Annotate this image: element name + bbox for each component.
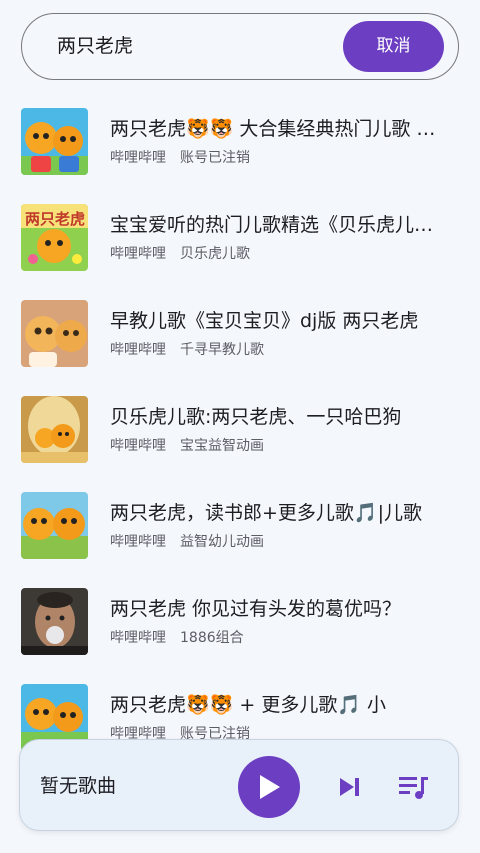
song-title: 早教儿歌《宝贝宝贝》dj版 两只老虎 [110,310,419,332]
song-uploader: 益智幼儿动画 [180,534,264,550]
song-title: 贝乐虎儿歌:两只老虎、一只哈巴狗 [110,406,402,428]
song-meta: 哔哩哔哩 千寻早教儿歌 [110,339,264,359]
song-title: 宝宝爱听的热门儿歌精选《贝乐虎儿歌》 [110,214,450,236]
list-item[interactable]: 两只老虎🐯🐯 大合集经典热门儿歌 宝宝爱听 哔哩哔哩账号已注销 [0,95,480,191]
video-thumbnail [21,492,88,559]
list-item[interactable]: 两只老虎 你见过有头发的葛优吗？ 哔哩哔哩 1886组合 [0,575,480,671]
song-source: 哔哩哔哩 [110,150,166,166]
list-item[interactable]: 贝乐虎儿歌:两只老虎、一只哈巴狗 哔哩哔哩 宝宝益智动画 [0,383,480,479]
search-input[interactable]: 两只老虎 [57,14,133,79]
play-icon [260,775,280,799]
song-meta: 哔哩哔哩 贝乐虎儿歌 [110,243,250,263]
cancel-button[interactable]: 取消 [343,21,444,72]
list-item[interactable]: 两只老虎 宝宝爱听的热门儿歌精选《贝乐虎儿歌》 哔哩哔哩 贝乐虎儿歌 [0,191,480,287]
result-list: 两只老虎🐯🐯 大合集经典热门儿歌 宝宝爱听 哔哩哔哩账号已注销 两只老虎 宝宝爱… [0,95,480,767]
song-source: 哔哩哔哩 [110,246,166,262]
song-meta: 哔哩哔哩 1886组合 [110,627,244,647]
song-meta: 哔哩哔哩 账号已注销 [110,147,250,167]
now-playing-title: 暂无歌曲 [40,775,117,797]
video-thumbnail: 两只老虎 [21,204,88,271]
video-thumbnail [21,300,88,367]
song-uploader: 千寻早教儿歌 [180,342,264,358]
video-thumbnail [21,108,88,175]
song-source: 哔哩哔哩 [110,438,166,454]
song-title: 两只老虎🐯🐯 大合集经典热门儿歌 宝宝爱听 [110,118,450,140]
mini-player[interactable]: 暂无歌曲 [19,739,459,831]
queue-button[interactable] [396,770,430,804]
song-source: 哔哩哔哩 [110,534,166,550]
skip-next-button[interactable] [332,770,366,804]
queue-music-icon [399,777,428,799]
song-title: 两只老虎 你见过有头发的葛优吗？ [110,598,402,620]
play-button[interactable] [238,756,300,818]
song-source: 哔哩哔哩 [110,630,166,646]
song-meta: 哔哩哔哩 宝宝益智动画 [110,435,264,455]
list-item[interactable]: 两只老虎，读书郎+更多儿歌🎵|儿歌 哔哩哔哩 益智幼儿动画 [0,479,480,575]
song-uploader: 贝乐虎儿歌 [180,246,250,262]
video-thumbnail [21,396,88,463]
song-uploader: 账号已注销 [180,150,250,166]
song-uploader: 1886组合 [180,630,244,646]
song-uploader: 宝宝益智动画 [180,438,264,454]
search-bar[interactable]: 两只老虎 取消 [21,13,459,80]
song-source: 哔哩哔哩 [110,342,166,358]
song-title: 两只老虎🐯🐯 + 更多儿歌🎵 小 [110,694,387,716]
song-title: 两只老虎，读书郎+更多儿歌🎵|儿歌 [110,502,422,524]
song-meta: 哔哩哔哩 益智幼儿动画 [110,531,264,551]
skip-next-icon [340,778,359,796]
list-item[interactable]: 早教儿歌《宝贝宝贝》dj版 两只老虎 哔哩哔哩 千寻早教儿歌 [0,287,480,383]
svg-text:两只老虎: 两只老虎 [25,210,85,228]
video-thumbnail [21,588,88,655]
